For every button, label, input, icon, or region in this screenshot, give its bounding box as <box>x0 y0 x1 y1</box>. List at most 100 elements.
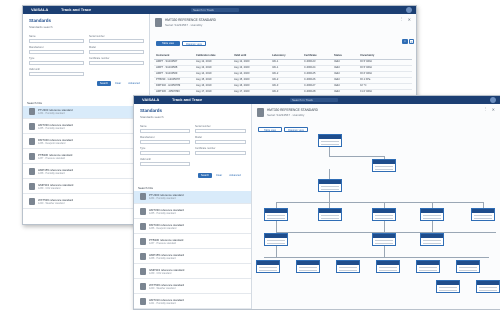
advanced-button[interactable]: Advanced <box>226 173 244 178</box>
settings-icon[interactable]: ⚙ <box>409 39 414 44</box>
document-icon <box>140 223 146 230</box>
detail-subtitle: Serial: S1234567 · Humidity <box>165 23 203 27</box>
list-item[interactable]: PTU300 reference standard 1234 · Humidity… <box>134 191 251 204</box>
list-item[interactable]: WXT536 reference standard 1240 · Weather … <box>134 281 251 294</box>
list-item[interactable]: HMT330 reference standard 1235 · Humidity… <box>23 121 149 134</box>
valid-until-field[interactable] <box>29 72 84 76</box>
document-icon <box>140 253 146 260</box>
diagram-node[interactable] <box>376 260 400 273</box>
diagram-connector <box>276 244 277 258</box>
document-icon <box>140 268 146 275</box>
manufacturer-field[interactable] <box>140 140 190 144</box>
page-title: Standards <box>29 18 52 23</box>
list-item[interactable]: DMT340 reference standard 1236 · Dewpoint… <box>23 136 149 149</box>
close-icon[interactable]: ✕ <box>492 107 495 112</box>
diagram-node[interactable] <box>336 260 360 273</box>
diagram-node[interactable] <box>416 260 440 273</box>
diagram-node[interactable] <box>456 260 480 273</box>
top-bar: VAISALA Track and Trace Search in Track <box>134 96 500 104</box>
clear-button[interactable]: Clear <box>214 173 224 178</box>
app-name[interactable]: Track and Trace <box>61 7 91 12</box>
diagram-node[interactable] <box>372 159 396 172</box>
more-icon[interactable]: ⋮ <box>400 17 404 21</box>
diagram-node[interactable] <box>296 260 320 273</box>
filter-label: Valid until <box>140 158 151 161</box>
avatar[interactable] <box>406 7 412 13</box>
filter-label: Type <box>140 147 146 150</box>
calibration-table: Instrument Calibration date Valid until … <box>154 54 412 102</box>
diagram-connector <box>384 220 385 232</box>
diagram-node[interactable] <box>318 134 342 147</box>
detail-title: HMT330 REFERENCE STANDARD <box>165 18 216 22</box>
model-field[interactable] <box>89 50 144 54</box>
diagram-node[interactable] <box>264 233 288 246</box>
detail-subtitle: Serial: S1234567 · Humidity <box>267 113 305 117</box>
list-item[interactable]: HMP155 reference standard 1238 · Humidity… <box>23 166 149 179</box>
global-search-input[interactable]: Search in Track <box>191 8 239 12</box>
filter-label: Name <box>29 35 36 38</box>
result-list: PTU300 reference standard 1234 · Humidity… <box>134 191 251 309</box>
name-field[interactable] <box>140 129 190 133</box>
filter-label: Certificate number <box>89 57 110 60</box>
diagram-connector <box>432 220 433 232</box>
document-icon <box>140 283 146 290</box>
diagram-node[interactable] <box>436 280 460 293</box>
diagram-node[interactable] <box>372 208 396 221</box>
diagram-node[interactable] <box>471 208 495 221</box>
brand-logo: VAISALA <box>31 7 49 12</box>
filter-label: Serial number <box>195 125 211 128</box>
tab-diagram-view[interactable]: Diagram view <box>284 127 308 132</box>
diagram-node[interactable] <box>420 233 444 246</box>
diagram-connector <box>329 156 384 157</box>
diagram-node[interactable] <box>476 280 500 293</box>
list-item[interactable]: HMP155 reference standard 1238 · Humidity… <box>134 251 251 264</box>
filter-label: Model <box>89 46 96 49</box>
document-icon <box>29 108 35 115</box>
list-item[interactable]: DMT340 reference standard 1236 · Dewpoint… <box>134 221 251 234</box>
list-item[interactable]: PTU300 reference standard 1234 · Humidity… <box>23 106 149 119</box>
more-icon[interactable]: ⋮ <box>484 107 488 111</box>
type-field[interactable] <box>29 61 84 65</box>
diagram-node[interactable] <box>256 260 280 273</box>
diagram-connector <box>276 202 484 203</box>
list-item[interactable]: GMP343 reference standard 1239 · CO2 stan… <box>134 266 251 279</box>
list-item[interactable]: PTB330 reference standard 1237 · Pressure… <box>134 236 251 249</box>
diagram-connector <box>384 244 385 258</box>
search-button[interactable]: Search <box>198 173 212 178</box>
close-icon[interactable]: ✕ <box>408 17 411 22</box>
tab-table-view[interactable]: Table view <box>258 127 282 132</box>
export-button[interactable]: ⇩ <box>402 39 408 44</box>
app-name[interactable]: Track and Trace <box>172 97 202 102</box>
list-item[interactable]: WXT536 reference standard 1240 · Weather … <box>23 196 149 209</box>
diagram-node[interactable] <box>372 233 396 246</box>
list-item[interactable]: PTB330 reference standard 1237 · Pressure… <box>23 151 149 164</box>
front-window: VAISALA Track and Trace Search in Track … <box>133 95 500 310</box>
manufacturer-field[interactable] <box>29 50 84 54</box>
page-subtitle: Standards search <box>29 25 53 29</box>
clear-button[interactable]: Clear <box>113 81 123 86</box>
list-item[interactable]: HMT330 reference standard 1235 · Humidity… <box>134 206 251 219</box>
tab-diagram-view[interactable]: Diagram view <box>182 41 206 46</box>
certificate-number-field[interactable] <box>195 151 246 155</box>
model-field[interactable] <box>195 140 246 144</box>
tab-table-view[interactable]: Table view <box>156 41 180 46</box>
serial-number-field[interactable] <box>195 129 246 133</box>
search-button[interactable]: Search <box>97 81 111 86</box>
diagram-node[interactable] <box>318 179 342 192</box>
page-title: Standards <box>140 108 163 113</box>
document-icon <box>29 198 35 205</box>
diagram-node[interactable] <box>420 208 444 221</box>
document-icon <box>140 208 146 215</box>
avatar[interactable] <box>490 97 496 103</box>
diagram-node[interactable] <box>318 208 342 221</box>
list-item[interactable]: HMT310 reference standard 1241 · Humidity… <box>134 296 251 309</box>
certificate-number-field[interactable] <box>89 61 144 65</box>
valid-until-field[interactable] <box>140 162 190 166</box>
advanced-button[interactable]: Advanced <box>125 81 143 86</box>
list-item[interactable]: GMP343 reference standard 1239 · CO2 stan… <box>23 181 149 194</box>
type-field[interactable] <box>140 151 190 155</box>
global-search-input[interactable]: Search in Track <box>290 98 338 102</box>
diagram-node[interactable] <box>264 208 288 221</box>
name-field[interactable] <box>29 39 84 43</box>
serial-number-field[interactable] <box>89 39 144 43</box>
